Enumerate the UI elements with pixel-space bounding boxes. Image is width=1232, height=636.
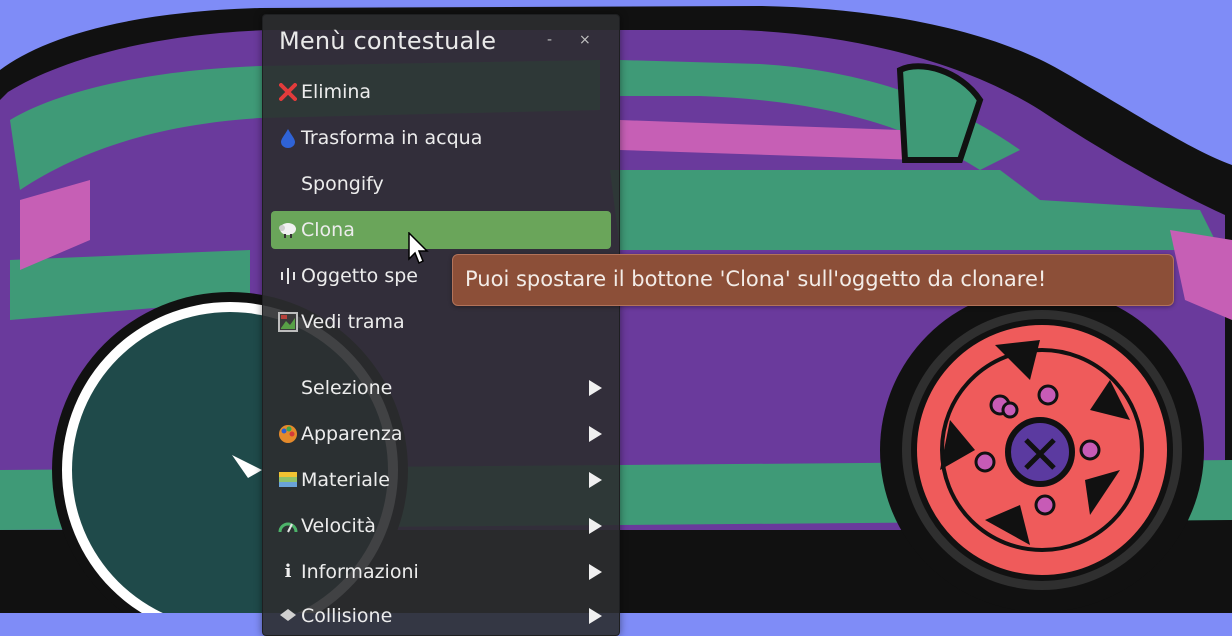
material-icon [278,470,298,490]
menu-item-label: Collisione [301,605,393,627]
menu-item-spongify[interactable]: Spongify [271,165,611,203]
collision-icon [278,606,298,626]
menu-item-informazioni[interactable]: i Informazioni [271,553,611,591]
submenu-arrow-icon [589,380,602,396]
menu-item-label: Apparenza [301,423,403,445]
menu-item-label: Trasforma in acqua [301,127,483,149]
water-drop-icon [278,128,298,148]
menu-item-clona[interactable]: Clona [271,211,611,249]
close-button[interactable]: × [579,33,591,47]
submenu-arrow-icon [589,472,602,488]
menu-item-label: Vedi trama [301,311,405,333]
speedometer-icon [278,516,298,536]
submenu-arrow-icon [589,426,602,442]
menu-item-velocita[interactable]: Velocità [271,507,611,545]
menu-item-label: Selezione [301,377,393,399]
menu-item-trasforma-in-acqua[interactable]: Trasforma in acqua [271,119,611,157]
menu-title: Menù contestuale [279,27,497,55]
submenu-arrow-icon [589,564,602,580]
mouse-cursor-icon [408,232,429,265]
menu-item-collisione[interactable]: Collisione [271,597,611,635]
waveform-icon [278,266,298,286]
menu-item-label: Spongify [301,173,384,195]
menu-item-label: Elimina [301,81,372,103]
menu-item-label: Oggetto spe [301,265,418,287]
info-icon: i [284,561,292,582]
menu-item-selezione[interactable]: Selezione [271,369,611,407]
menu-item-label: Informazioni [301,561,419,583]
clone-sheep-icon [278,220,298,240]
red-x-icon [278,82,298,102]
menu-item-label: Materiale [301,469,390,491]
minimize-button[interactable]: - [547,33,552,47]
clone-tooltip: Puoi spostare il bottone 'Clona' sull'og… [452,254,1174,306]
texture-icon [278,312,298,332]
menu-item-label: Velocità [301,515,376,537]
context-menu: Menù contestuale - × Elimina Trasforma i… [262,14,620,636]
menu-item-vedi-trama[interactable]: Vedi trama [271,303,611,341]
submenu-arrow-icon [589,608,602,624]
menu-item-apparenza[interactable]: Apparenza [271,415,611,453]
menu-item-materiale[interactable]: Materiale [271,461,611,499]
menu-item-label: Clona [301,219,355,241]
menu-item-elimina[interactable]: Elimina [271,73,611,111]
palette-icon [278,424,298,444]
submenu-arrow-icon [589,518,602,534]
